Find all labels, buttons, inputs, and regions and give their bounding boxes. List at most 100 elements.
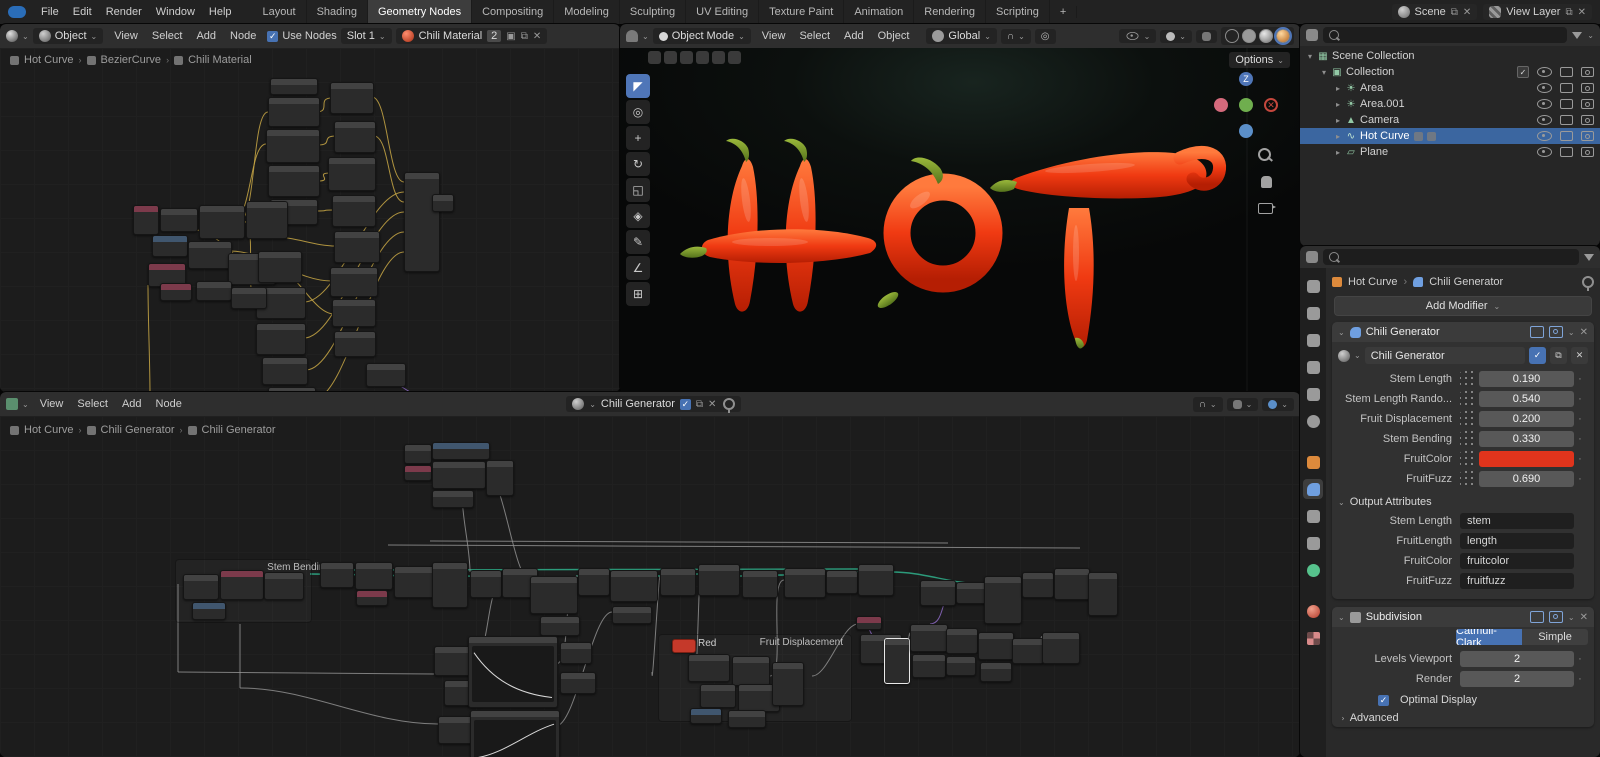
material-users-count[interactable]: 2 bbox=[487, 30, 502, 42]
outliner-row-hot-curve[interactable]: ▸ ∿ Hot Curve bbox=[1300, 128, 1600, 144]
axis-neg-z-dot[interactable] bbox=[1239, 124, 1253, 138]
graph-node[interactable] bbox=[560, 642, 592, 664]
value-slider[interactable]: 0.190 bbox=[1479, 371, 1574, 387]
graph-node[interactable] bbox=[220, 570, 264, 600]
menu-select[interactable]: Select bbox=[792, 28, 837, 44]
graph-node[interactable] bbox=[910, 624, 948, 652]
graph-node[interactable] bbox=[334, 121, 376, 153]
graph-node[interactable] bbox=[332, 299, 376, 327]
disable-render-icon[interactable] bbox=[1581, 83, 1594, 93]
view-layer-selector[interactable]: View Layer ⧉ ✕ bbox=[1483, 4, 1592, 20]
disable-viewport-icon[interactable] bbox=[1560, 131, 1573, 141]
output-attr-input[interactable]: fruitfuzz bbox=[1460, 573, 1574, 589]
solid-shading-icon[interactable] bbox=[1242, 29, 1256, 43]
graph-node[interactable] bbox=[732, 656, 770, 686]
unlink-node-group-icon[interactable]: ✕ bbox=[708, 399, 716, 410]
properties-tab-physics[interactable] bbox=[1303, 506, 1323, 526]
workspace-tab-modeling[interactable]: Modeling bbox=[554, 0, 620, 24]
editor-type-icon[interactable] bbox=[626, 30, 638, 42]
workspace-tab-scripting[interactable]: Scripting bbox=[986, 0, 1050, 24]
axis-y-dot[interactable] bbox=[1239, 98, 1253, 112]
graph-node[interactable] bbox=[728, 710, 766, 728]
curve-node[interactable] bbox=[470, 710, 560, 757]
outliner-row-area-001[interactable]: ▸ ☀ Area.001 bbox=[1300, 96, 1600, 112]
graph-node[interactable] bbox=[192, 602, 226, 620]
value-slider[interactable]: 0.540 bbox=[1479, 391, 1574, 407]
properties-tab-scene[interactable] bbox=[1303, 384, 1323, 404]
graph-node[interactable] bbox=[404, 172, 440, 272]
graph-node[interactable] bbox=[858, 564, 894, 596]
transform-orientation-dropdown[interactable]: Global ⌄ bbox=[926, 28, 997, 44]
fake-user-toggle[interactable]: ✓ bbox=[679, 398, 691, 410]
breadcrumb-modifier[interactable]: Chili Generator bbox=[1429, 276, 1503, 288]
menu-add[interactable]: Add bbox=[837, 28, 871, 44]
value-slider[interactable]: 2 bbox=[1460, 671, 1574, 687]
graph-node[interactable] bbox=[256, 323, 306, 355]
graph-node[interactable] bbox=[160, 283, 192, 301]
graph-node[interactable] bbox=[432, 461, 486, 489]
exclude-checkbox[interactable]: ✓ bbox=[1517, 66, 1529, 78]
graph-node[interactable] bbox=[690, 708, 722, 724]
snapping-toggle[interactable]: ∩ ⌄ bbox=[1192, 396, 1223, 412]
properties-tab-material[interactable] bbox=[1303, 601, 1323, 621]
display-viewport-toggle[interactable] bbox=[1529, 611, 1544, 623]
graph-node[interactable] bbox=[486, 460, 514, 496]
outliner-row-collection[interactable]: ▾ ▣ Collection ✓ bbox=[1300, 64, 1600, 80]
graph-node[interactable] bbox=[540, 616, 580, 636]
scene-copy-icon[interactable]: ⧉ bbox=[1451, 7, 1458, 18]
properties-tab-render[interactable] bbox=[1303, 303, 1323, 323]
graph-node[interactable] bbox=[270, 78, 318, 95]
graph-node[interactable] bbox=[133, 205, 159, 235]
filter-icon[interactable] bbox=[1584, 253, 1594, 261]
new-view-layer-icon[interactable]: ⧉ bbox=[1565, 7, 1572, 18]
properties-tab-object-data[interactable] bbox=[1303, 560, 1323, 580]
workspace-tab-texture-paint[interactable]: Texture Paint bbox=[759, 0, 845, 24]
disable-render-icon[interactable] bbox=[1581, 147, 1594, 157]
input-attribute-toggle-button[interactable] bbox=[1460, 411, 1476, 427]
unlink-material-icon[interactable]: ✕ bbox=[533, 31, 541, 42]
display-viewport-toggle[interactable] bbox=[1529, 326, 1544, 338]
remove-view-layer-icon[interactable]: ✕ bbox=[1578, 7, 1586, 18]
graph-node[interactable] bbox=[160, 208, 198, 232]
expand-arrow-icon[interactable]: ▸ bbox=[1332, 116, 1344, 125]
animate-decorator[interactable]: · bbox=[1574, 393, 1586, 405]
menu-view[interactable]: View bbox=[33, 396, 71, 412]
workspace-tab-uv-editing[interactable]: UV Editing bbox=[686, 0, 760, 24]
value-slider[interactable]: 0.330 bbox=[1479, 431, 1574, 447]
graph-node[interactable] bbox=[826, 570, 858, 594]
scene-unlink-icon[interactable]: ✕ bbox=[1463, 7, 1471, 18]
output-attr-input[interactable]: length bbox=[1460, 533, 1574, 549]
graph-node[interactable] bbox=[366, 363, 406, 387]
graph-node[interactable] bbox=[356, 590, 388, 606]
animate-decorator[interactable]: · bbox=[1574, 653, 1586, 665]
graph-node[interactable] bbox=[920, 580, 956, 606]
overlays-toggle[interactable]: ⌄ bbox=[1160, 29, 1192, 43]
graph-node[interactable] bbox=[688, 654, 730, 682]
material-selector[interactable]: Chili Material 2 ▣ ⧉ ✕ bbox=[395, 28, 548, 44]
graph-node[interactable] bbox=[196, 281, 232, 301]
graph-node[interactable] bbox=[884, 638, 910, 684]
disable-viewport-icon[interactable] bbox=[1560, 83, 1573, 93]
animate-decorator[interactable]: · bbox=[1574, 373, 1586, 385]
editor-type-caret-icon[interactable]: ⌄ bbox=[22, 32, 29, 41]
input-attribute-toggle-button[interactable] bbox=[1460, 431, 1476, 447]
graph-node[interactable] bbox=[404, 444, 432, 464]
graph-node[interactable] bbox=[742, 570, 778, 598]
modifier-menu-icon[interactable]: ⌄ bbox=[1568, 328, 1575, 337]
graph-node[interactable] bbox=[404, 465, 432, 481]
menu-view[interactable]: View bbox=[755, 28, 793, 44]
graph-node[interactable] bbox=[1022, 572, 1054, 598]
rendered-shading-icon[interactable] bbox=[1274, 27, 1292, 45]
copy-node-group-icon[interactable]: ⧉ bbox=[696, 399, 703, 410]
fake-user-toggle[interactable]: ✓ bbox=[1529, 347, 1546, 364]
disable-render-icon[interactable] bbox=[1581, 115, 1594, 125]
editor-type-caret-icon[interactable]: ⌄ bbox=[642, 32, 649, 41]
menu-help[interactable]: Help bbox=[202, 4, 239, 20]
disable-render-icon[interactable] bbox=[1581, 67, 1594, 77]
display-render-toggle[interactable] bbox=[1548, 326, 1563, 338]
snapping-toggle[interactable]: ∩ ⌄ bbox=[1000, 28, 1031, 44]
graph-node[interactable] bbox=[560, 672, 596, 694]
proportional-editing-toggle[interactable]: ◎ bbox=[1034, 28, 1056, 44]
graph-node[interactable] bbox=[231, 287, 267, 309]
filter-icon[interactable] bbox=[1572, 31, 1583, 39]
